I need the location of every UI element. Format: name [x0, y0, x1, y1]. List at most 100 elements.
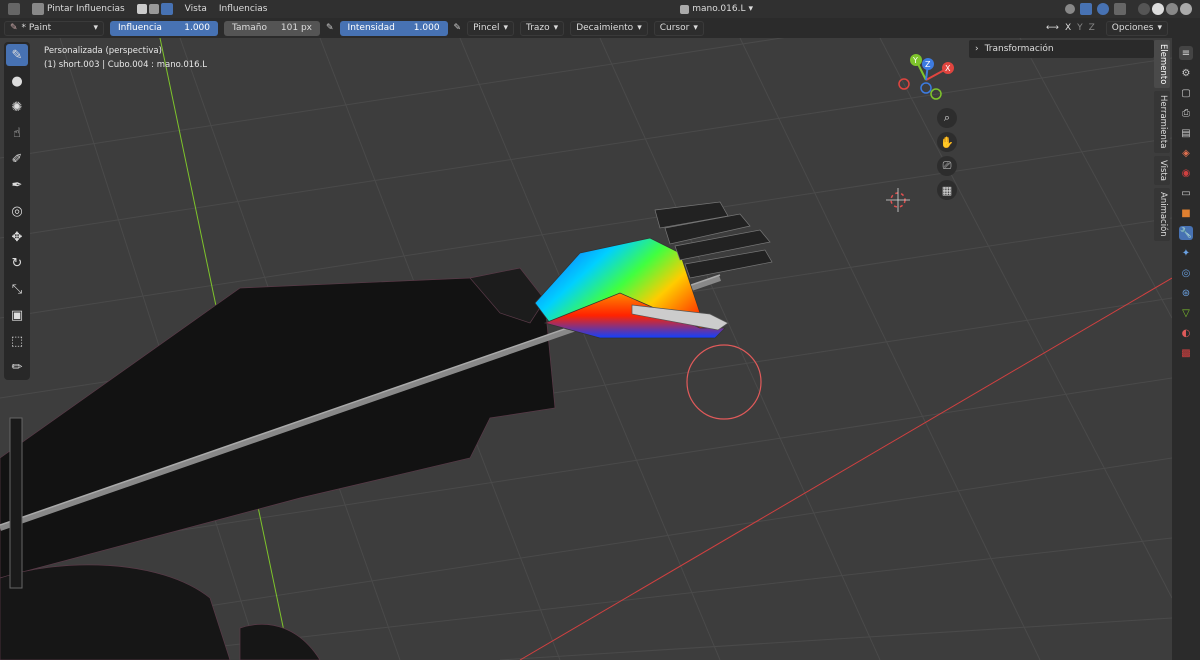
decaimiento-dropdown[interactable]: Decaimiento ▾ — [570, 20, 648, 36]
tab-vista[interactable]: Vista — [1154, 155, 1170, 185]
trazo-dropdown[interactable]: Trazo ▾ — [520, 20, 565, 36]
view-name: Personalizada (perspectiva) — [44, 46, 162, 56]
influence-slider[interactable]: Influencia 1.000 — [110, 20, 218, 36]
sample-weight-tool[interactable]: ✐ — [6, 148, 28, 170]
sidebar-tabs: Elemento Herramienta Vista Animación — [1154, 40, 1170, 241]
strength-slider[interactable]: Intensidad 1.000 — [339, 20, 448, 36]
object-properties-icon[interactable]: ■ — [1179, 206, 1193, 220]
overlay-toggle-icon[interactable] — [1097, 3, 1109, 15]
bone-select-icon[interactable] — [160, 3, 173, 15]
pan-hand-icon[interactable]: ✋ — [937, 132, 957, 152]
gradient-tool[interactable]: ✒ — [6, 174, 28, 196]
navigation-gizmo[interactable]: X Y Z — [896, 50, 966, 110]
transform-section-label: Transformación — [984, 44, 1054, 54]
texture-properties-icon[interactable]: ▩ — [1179, 346, 1193, 360]
particles-properties-icon[interactable]: ✦ — [1179, 246, 1193, 260]
material-shading-icon[interactable] — [1166, 3, 1178, 15]
cursor-tool[interactable]: ◎ — [6, 200, 28, 222]
collection-properties-icon[interactable]: ▭ — [1179, 186, 1193, 200]
mirror-y-toggle[interactable]: Y — [1077, 23, 1083, 33]
visibility-icon[interactable] — [1065, 4, 1075, 14]
output-properties-icon[interactable]: ⎙ — [1179, 106, 1193, 120]
rendered-shading-icon[interactable] — [1180, 3, 1192, 15]
transform-panel-header[interactable]: › Transformación — [969, 40, 1154, 58]
tab-herramienta[interactable]: Herramienta — [1154, 91, 1170, 153]
options-label: Opciones — [1111, 23, 1154, 33]
strength-value: 1.000 — [413, 23, 440, 33]
trazo-label: Trazo — [526, 23, 550, 33]
properties-tab-strip: ≡ ⚙ ▢ ⎙ ▤ ◈ ◉ ▭ ■ 🔧 ✦ ◎ ⊛ ▽ ◐ ▩ — [1172, 38, 1200, 660]
select-box-tool[interactable]: ⬚ — [6, 330, 28, 352]
menu-vista[interactable]: Vista — [181, 1, 211, 17]
draw-brush-tool[interactable]: ✎ — [6, 44, 28, 66]
gizmo-x-label: X — [945, 64, 951, 73]
mode-selector[interactable]: Pintar Influencias — [28, 1, 129, 17]
cursor-dropdown[interactable]: Cursor ▾ — [653, 20, 704, 36]
render-properties-icon[interactable]: ▢ — [1179, 86, 1193, 100]
gizmo-neg-y-handle[interactable] — [930, 88, 942, 100]
brush-selector[interactable]: ✎ * Paint ▾ — [4, 20, 104, 36]
vertex-select-icon[interactable] — [136, 4, 147, 14]
select-mode-group[interactable] — [133, 1, 177, 17]
outliner-icon[interactable]: ≡ — [1179, 46, 1193, 60]
constraints-properties-icon[interactable]: ⊛ — [1179, 286, 1193, 300]
overlay-controls[interactable] — [1061, 1, 1130, 17]
pressure-strength-icon[interactable]: ✎ — [454, 23, 462, 33]
blur-tool[interactable]: ● — [6, 70, 28, 92]
viewport-canvas[interactable] — [0, 38, 1172, 660]
transform-tool[interactable]: ▣ — [6, 304, 28, 326]
camera-view-icon[interactable]: ⎚ — [937, 156, 957, 176]
menu-influencias[interactable]: Influencias — [215, 1, 272, 17]
size-label: Tamaño — [232, 23, 268, 33]
editor-type-button[interactable] — [4, 1, 24, 17]
perspective-grid-icon[interactable]: ▦ — [937, 180, 957, 200]
top-bar: Pintar Influencias Vista Influencias man… — [0, 0, 1200, 18]
tool-properties-icon[interactable]: ⚙ — [1179, 66, 1193, 80]
gizmo-neg-z-handle[interactable] — [920, 82, 932, 94]
rotate-tool[interactable]: ↻ — [6, 252, 28, 274]
xray-icon[interactable] — [1114, 3, 1126, 15]
gizmo-z-label: Z — [925, 60, 931, 69]
move-tool[interactable]: ✥ — [6, 226, 28, 248]
physics-properties-icon[interactable]: ◎ — [1179, 266, 1193, 280]
mirror-x-toggle[interactable]: X — [1065, 23, 1071, 33]
mesh-data-icon — [680, 4, 690, 14]
scene-properties-icon[interactable]: ◈ — [1179, 146, 1193, 160]
object-name: mano.016.L — [692, 4, 746, 14]
modifier-properties-icon[interactable]: 🔧 — [1179, 226, 1193, 240]
options-dropdown[interactable]: Opciones ▾ — [1105, 20, 1168, 36]
material-properties-icon[interactable]: ◐ — [1179, 326, 1193, 340]
data-properties-icon[interactable]: ▽ — [1179, 306, 1193, 320]
size-value: 101 px — [280, 23, 312, 33]
mirror-axes[interactable]: ⟷ X Y Z — [1041, 21, 1100, 36]
size-slider[interactable]: Tamaño 101 px — [224, 20, 320, 36]
annotate-tool[interactable]: ✏ — [6, 356, 28, 378]
tool-shelf: ✎ ● ✺ ☝ ✐ ✒ ◎ ✥ ↻ ⤡ ▣ ⬚ ✏ — [4, 42, 30, 380]
tab-animacion[interactable]: Animación — [1154, 187, 1170, 241]
average-tool[interactable]: ✺ — [6, 96, 28, 118]
pincel-dropdown[interactable]: Pincel ▾ — [467, 20, 515, 36]
mirror-z-toggle[interactable]: Z — [1089, 23, 1095, 33]
gizmo-toggle-icon[interactable] — [1080, 3, 1092, 15]
shading-modes[interactable] — [1134, 1, 1196, 17]
3d-viewport[interactable]: ✎ ● ✺ ☝ ✐ ✒ ◎ ✥ ↻ ⤡ ▣ ⬚ ✏ Personalizada … — [0, 38, 1172, 660]
world-properties-icon[interactable]: ◉ — [1179, 166, 1193, 180]
view-layer-icon[interactable]: ▤ — [1179, 126, 1193, 140]
solid-shading-icon[interactable] — [1152, 3, 1164, 15]
influence-value: 1.000 — [184, 23, 210, 33]
hand-mesh-weights[interactable] — [534, 201, 773, 339]
zoom-icon[interactable]: ⌕ — [937, 108, 957, 128]
wireframe-shading-icon[interactable] — [1138, 3, 1150, 15]
object-selector[interactable]: mano.016.L ▾ — [676, 1, 757, 17]
face-select-icon[interactable] — [148, 4, 159, 14]
tab-elemento[interactable]: Elemento — [1154, 40, 1170, 89]
pincel-label: Pincel — [473, 23, 500, 33]
gizmo-neg-x-handle[interactable] — [898, 78, 910, 90]
viewport-editor-icon — [8, 3, 20, 15]
scale-tool[interactable]: ⤡ — [6, 278, 28, 300]
smear-tool[interactable]: ☝ — [6, 122, 28, 144]
brush-name: * Paint — [21, 23, 52, 33]
pressure-size-icon[interactable]: ✎ — [326, 23, 334, 33]
chevron-down-icon: ▾ — [637, 23, 642, 33]
weight-paint-icon — [32, 3, 44, 15]
